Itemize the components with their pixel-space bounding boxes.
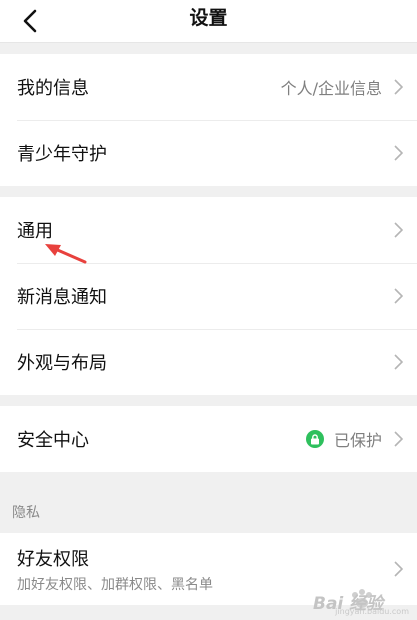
chevron-right-icon — [394, 354, 403, 370]
annotation-arrow-icon — [45, 244, 87, 264]
settings-row-new-message-notification[interactable]: 新消息通知 — [0, 263, 417, 329]
chevron-right-icon — [394, 288, 403, 304]
chevron-right-icon — [394, 561, 403, 577]
page-title: 设置 — [189, 7, 228, 29]
section-label-privacy: 隐私 — [12, 505, 40, 521]
lock-icon — [305, 430, 324, 448]
chevron-right-icon — [394, 79, 403, 95]
row-label: 安全中心 — [17, 430, 89, 451]
row-label: 青少年守护 — [17, 144, 107, 165]
row-value: 个人/企业信息 — [280, 79, 382, 98]
settings-group-general: 通用 新消息通知 外观与布局 — [0, 197, 417, 395]
settings-group-account: 我的信息 个人/企业信息 青少年守护 — [0, 54, 417, 186]
row-label: 好友权限 — [17, 548, 89, 570]
row-label: 通用 — [17, 221, 53, 242]
chevron-right-icon — [394, 431, 403, 447]
settings-row-my-info[interactable]: 我的信息 个人/企业信息 — [0, 54, 417, 120]
settings-row-appearance-layout[interactable]: 外观与布局 — [0, 329, 417, 395]
settings-group-security: 安全中心 已保护 — [0, 406, 417, 472]
settings-row-youth-protection[interactable]: 青少年守护 — [0, 120, 417, 186]
settings-row-security-center[interactable]: 安全中心 已保护 — [0, 406, 417, 472]
chevron-right-icon — [394, 145, 403, 161]
watermark-subtext: jingyan.baidu.com — [335, 607, 409, 616]
row-value: 已保护 — [333, 431, 382, 450]
row-label: 外观与布局 — [17, 353, 107, 374]
watermark: Bai 经验 jingyan.baidu.com — [291, 586, 411, 616]
chevron-right-icon — [394, 222, 403, 238]
top-bar: 设置 — [0, 0, 417, 43]
row-label: 新消息通知 — [17, 287, 107, 308]
row-label: 我的信息 — [17, 78, 89, 99]
